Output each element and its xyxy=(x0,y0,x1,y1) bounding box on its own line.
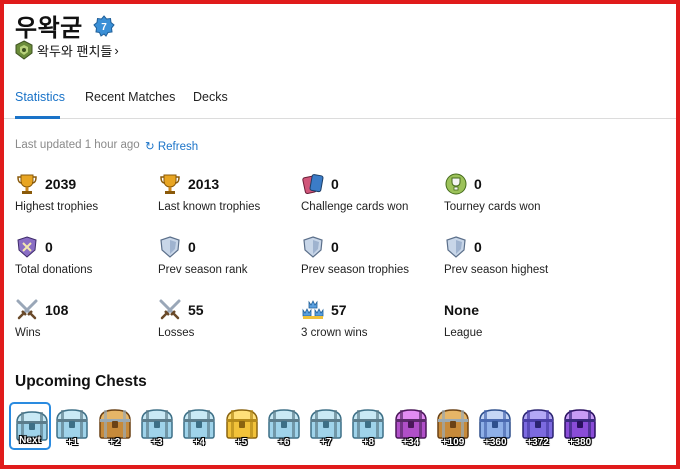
stat-label: Highest trophies xyxy=(15,201,99,213)
clan-link[interactable]: 왁두와 팬치들 › xyxy=(15,40,119,60)
crowns-icon xyxy=(302,300,324,319)
stat-label: Losses xyxy=(158,327,195,339)
player-header: 우왁굳 7 xyxy=(15,8,115,43)
level-badge: 7 xyxy=(93,14,115,37)
stat-label: 3 crown wins xyxy=(301,327,368,339)
stat-prev-season-rank: 0 Prev season rank xyxy=(158,234,298,276)
stat-label: Prev season highest xyxy=(444,264,549,276)
shield-icon xyxy=(303,236,323,258)
stat-three-crown-wins: 57 3 crown wins xyxy=(301,297,441,339)
stat-prev-season-highest: 0 Prev season highest xyxy=(444,234,584,276)
stat-value: 2039 xyxy=(45,176,77,192)
stat-total-donations: 0 Total donations xyxy=(15,234,155,276)
profile-panel: 우왁굳 7 왁두와 팬치들 › Statistics Recent Matche… xyxy=(4,4,676,465)
tab-statistics[interactable]: Statistics xyxy=(15,90,65,104)
chest-item: +3 xyxy=(136,402,178,450)
stat-label: Challenge cards won xyxy=(301,201,409,213)
chest-label: +380 xyxy=(568,437,592,448)
refresh-label: Refresh xyxy=(157,141,199,153)
chest-item: +380 xyxy=(559,402,601,450)
stat-last-known-trophies: 2013 Last known trophies xyxy=(158,171,298,213)
stat-value: 0 xyxy=(188,239,196,255)
trophy-icon xyxy=(160,174,180,194)
chest-item: +1 xyxy=(51,402,93,450)
refresh-icon: ↻ xyxy=(145,141,155,153)
stat-value: 2013 xyxy=(188,176,220,192)
clan-name: 왁두와 팬치들 xyxy=(37,43,113,59)
stat-label: Prev season rank xyxy=(158,264,248,276)
clan-badge-icon xyxy=(15,40,33,60)
stat-value: 108 xyxy=(45,302,69,318)
chest-label: +1 xyxy=(66,437,78,448)
stat-prev-season-trophies: 0 Prev season trophies xyxy=(301,234,441,276)
stat-label: Total donations xyxy=(15,264,93,276)
player-name: 우왁굳 xyxy=(15,15,83,42)
chest-item: +109 xyxy=(432,402,474,450)
stat-value: 0 xyxy=(474,239,482,255)
cards-icon xyxy=(302,174,324,194)
chest-label: +4 xyxy=(193,437,205,448)
stat-wins: 108 Wins xyxy=(15,297,155,339)
chest-item: +7 xyxy=(305,402,347,450)
chest-label: +8 xyxy=(362,437,375,448)
stat-challenge-cards-won: 0 Challenge cards won xyxy=(301,171,441,213)
stat-value: 0 xyxy=(474,176,482,192)
swords-icon xyxy=(16,299,38,320)
chest-label: +3 xyxy=(151,437,163,448)
chest-item: +4 xyxy=(178,402,220,450)
stat-league: None League xyxy=(444,297,584,339)
chest-label: +360 xyxy=(484,437,507,448)
chest-item: +8 xyxy=(347,402,389,450)
chest-item: +5 xyxy=(221,402,263,450)
stat-value: 0 xyxy=(331,239,339,255)
chest-item: +2 xyxy=(94,402,136,450)
tourney-icon xyxy=(445,173,467,195)
tab-decks[interactable]: Decks xyxy=(193,90,228,104)
chest-label: +372 xyxy=(526,437,549,448)
last-updated-text: Last updated 1 hour ago xyxy=(15,139,140,151)
stat-value: 55 xyxy=(188,302,204,318)
shield-icon xyxy=(446,236,466,258)
trophy-icon xyxy=(17,174,37,194)
svg-text:7: 7 xyxy=(101,22,107,33)
chest-label: +6 xyxy=(278,437,290,448)
stat-value: 57 xyxy=(331,302,347,318)
stat-value: None xyxy=(444,302,479,318)
donation-icon xyxy=(17,236,37,258)
chest-label: +5 xyxy=(235,437,248,448)
stat-highest-trophies: 2039 Highest trophies xyxy=(15,171,155,213)
active-tab-indicator xyxy=(15,116,60,119)
stat-value: 0 xyxy=(331,176,339,192)
stat-losses: 55 Losses xyxy=(158,297,298,339)
chest-item: +6 xyxy=(263,402,305,450)
stat-tourney-cards-won: 0 Tourney cards won xyxy=(444,171,584,213)
chest-item: +34 xyxy=(390,402,432,450)
chest-label: Next xyxy=(19,435,41,446)
stat-label: Wins xyxy=(15,327,41,339)
chest-item: Next xyxy=(9,402,51,450)
chevron-right-icon: › xyxy=(114,42,119,58)
tab-recent-matches[interactable]: Recent Matches xyxy=(85,90,175,104)
stat-label: League xyxy=(444,327,483,339)
chest-item: +360 xyxy=(474,402,516,450)
shield-icon xyxy=(160,236,180,258)
upcoming-chests-heading: Upcoming Chests xyxy=(15,373,147,390)
refresh-link[interactable]: ↻ Refresh xyxy=(145,139,198,153)
chest-label: +34 xyxy=(402,437,420,448)
tab-bar: Statistics Recent Matches Decks xyxy=(4,84,676,119)
stat-label: Prev season trophies xyxy=(301,264,410,276)
chest-label: +2 xyxy=(108,437,121,448)
stat-label: Tourney cards won xyxy=(444,201,541,213)
stat-label: Last known trophies xyxy=(158,201,261,213)
chest-label: +109 xyxy=(441,437,465,448)
chest-label: +7 xyxy=(320,437,332,448)
stat-value: 0 xyxy=(45,239,53,255)
swords-icon xyxy=(159,299,181,320)
chest-item: +372 xyxy=(517,402,559,450)
